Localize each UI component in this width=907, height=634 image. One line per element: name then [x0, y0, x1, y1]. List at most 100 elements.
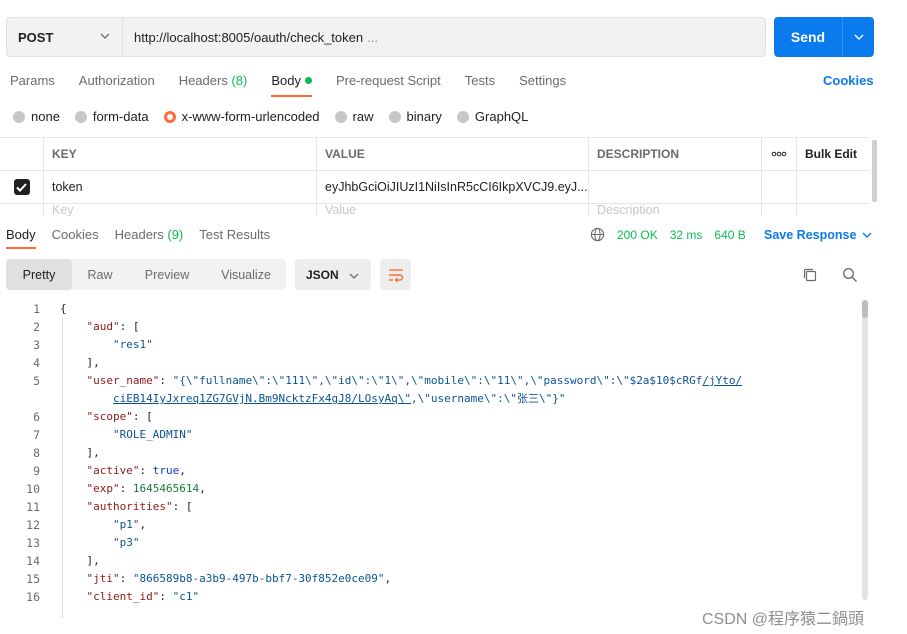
cookies-link[interactable]: Cookies — [823, 73, 874, 88]
json-key: "active" — [86, 464, 140, 477]
code-line: 14 ], — [0, 552, 860, 570]
body-type-form-data[interactable]: form-data — [74, 109, 149, 124]
json-string: ,\"username\":\"张三\"}" — [411, 392, 566, 405]
body-type-urlencoded-label: x-www-form-urlencoded — [181, 109, 320, 124]
line-number: 3 — [33, 338, 40, 352]
line-number: 1 — [33, 302, 40, 316]
tab-headers[interactable]: Headers (8) — [179, 73, 248, 97]
code-line: 13 "p3" — [0, 534, 860, 552]
radio-icon — [388, 110, 401, 123]
response-tab-headers[interactable]: Headers (9) — [115, 227, 184, 249]
scrollbar-thumb[interactable] — [862, 300, 868, 318]
code-line: 11 "authorities": [ — [0, 498, 860, 516]
code-line: 10 "exp": 1645465614, — [0, 480, 860, 498]
more-options-button[interactable] — [762, 138, 797, 170]
send-button[interactable]: Send — [774, 17, 874, 57]
response-tabs: Body Cookies Headers (9) Test Results — [6, 227, 286, 249]
format-tab-pretty[interactable]: Pretty — [6, 259, 72, 290]
bulk-edit-button[interactable]: Bulk Edit — [797, 138, 870, 170]
send-label: Send — [790, 29, 826, 45]
response-body-viewer[interactable]: 1{ 2 "aud": [ 3 "res1" 4 ], 5 "user_name… — [0, 300, 860, 634]
body-type-none-label: none — [31, 109, 60, 124]
description-cell[interactable] — [589, 171, 762, 203]
json-link[interactable]: /jYto/ — [702, 374, 742, 387]
tab-params[interactable]: Params — [10, 73, 55, 97]
tab-body-label: Body — [271, 73, 301, 88]
table-scrollbar[interactable] — [872, 140, 877, 202]
line-number: 5 — [33, 374, 40, 388]
code-scrollbar[interactable] — [862, 300, 868, 600]
row-checkbox[interactable] — [13, 179, 30, 195]
code-text: "active": true, — [86, 464, 186, 477]
url-input[interactable]: http://localhost:8005/oauth/check_token … — [123, 18, 765, 56]
key-cell[interactable]: token — [44, 171, 317, 203]
watermark: CSDN @程序猿二鍋頭 — [702, 611, 865, 628]
body-type-graphql[interactable]: GraphQL — [456, 109, 528, 124]
row-spacer-cell — [762, 171, 797, 203]
chevron-down-icon — [349, 273, 359, 279]
send-options-button[interactable] — [842, 17, 874, 57]
body-type-none[interactable]: none — [13, 109, 60, 124]
code-line: 6 "scope": [ — [0, 408, 860, 426]
tab-body[interactable]: Body — [271, 73, 312, 97]
value-cell[interactable]: eyJhbGciOiJIUzI1NiIsInR5cCI6IkpXVCJ9.eyJ… — [317, 171, 589, 203]
status-code[interactable]: 200 OK — [617, 228, 658, 242]
code-text: ciEB14IyJxreq1ZG7GVjN.Bm9NcktzFx4gJ8/LOs… — [60, 390, 565, 408]
response-size[interactable]: 640 B — [714, 228, 745, 242]
response-tab-cookies[interactable]: Cookies — [52, 227, 99, 249]
body-type-raw[interactable]: raw — [334, 109, 374, 124]
body-type-urlencoded[interactable]: x-www-form-urlencoded — [163, 109, 320, 124]
response-tab-body[interactable]: Body — [6, 227, 36, 249]
format-tab-raw[interactable]: Raw — [72, 259, 128, 290]
code-text: ], — [60, 356, 100, 369]
save-response-button[interactable]: Save Response — [764, 228, 872, 242]
column-header-description: DESCRIPTION — [589, 138, 762, 170]
json-string: "res1" — [112, 338, 153, 351]
globe-icon[interactable] — [590, 227, 605, 242]
format-tab-preview[interactable]: Preview — [128, 259, 206, 290]
json-key: "authorities" — [86, 500, 173, 513]
copy-icon[interactable] — [802, 267, 818, 283]
params-table: KEY VALUE DESCRIPTION Bulk Edit token ey… — [0, 137, 870, 218]
line-number: 15 — [26, 572, 40, 586]
json-number: 1645465614 — [132, 482, 200, 495]
line-number: 13 — [26, 536, 40, 550]
tab-tests[interactable]: Tests — [465, 73, 495, 97]
code-text: "p3" — [60, 534, 140, 552]
code-text: "jti": "866589b8-a3b9-497b-bbf7-30f852e0… — [86, 572, 392, 585]
line-number: 4 — [33, 356, 40, 370]
radio-icon — [13, 110, 25, 123]
response-time[interactable]: 32 ms — [670, 228, 703, 242]
method-select[interactable]: POST — [7, 18, 123, 56]
code-text: "scope": [ — [86, 410, 153, 423]
code-line: 15 "jti": "866589b8-a3b9-497b-bbf7-30f85… — [0, 570, 860, 588]
code-text: "exp": 1645465614, — [86, 482, 206, 495]
more-dots-icon — [771, 151, 787, 157]
body-type-binary[interactable]: binary — [388, 109, 442, 124]
wrap-lines-button[interactable] — [380, 259, 411, 290]
response-tab-test-results[interactable]: Test Results — [199, 227, 270, 249]
json-string: "ROLE_ADMIN" — [112, 428, 193, 441]
radio-selected-icon — [163, 110, 176, 123]
response-meta: 200 OK 32 ms 640 B — [590, 227, 758, 242]
format-select[interactable]: JSON — [295, 259, 371, 290]
format-tab-visualize[interactable]: Visualize — [206, 259, 286, 290]
tab-settings[interactable]: Settings — [519, 73, 566, 97]
code-text: { — [60, 302, 67, 315]
wrap-lines-icon — [388, 268, 403, 282]
response-tab-headers-label: Headers — [114, 227, 164, 242]
code-text: "client_id": "c1" — [86, 590, 200, 603]
tab-prerequest-script[interactable]: Pre-request Script — [336, 73, 441, 97]
body-type-form-data-label: form-data — [92, 109, 149, 124]
code-text: "user_name": "{\"fullname\":\"111\",\"id… — [86, 374, 743, 387]
search-icon[interactable] — [842, 267, 858, 283]
chevron-down-icon — [100, 33, 110, 39]
radio-icon — [334, 110, 347, 123]
checkmark-icon — [16, 182, 27, 192]
code-line: 4 ], — [0, 354, 860, 372]
tab-authorization[interactable]: Authorization — [79, 73, 155, 97]
json-key: "aud" — [86, 320, 120, 333]
line-number: 9 — [33, 464, 40, 478]
line-number: 6 — [33, 410, 40, 424]
json-link[interactable]: ciEB14IyJxreq1ZG7GVjN.Bm9NcktzFx4gJ8/LOs… — [113, 392, 411, 405]
